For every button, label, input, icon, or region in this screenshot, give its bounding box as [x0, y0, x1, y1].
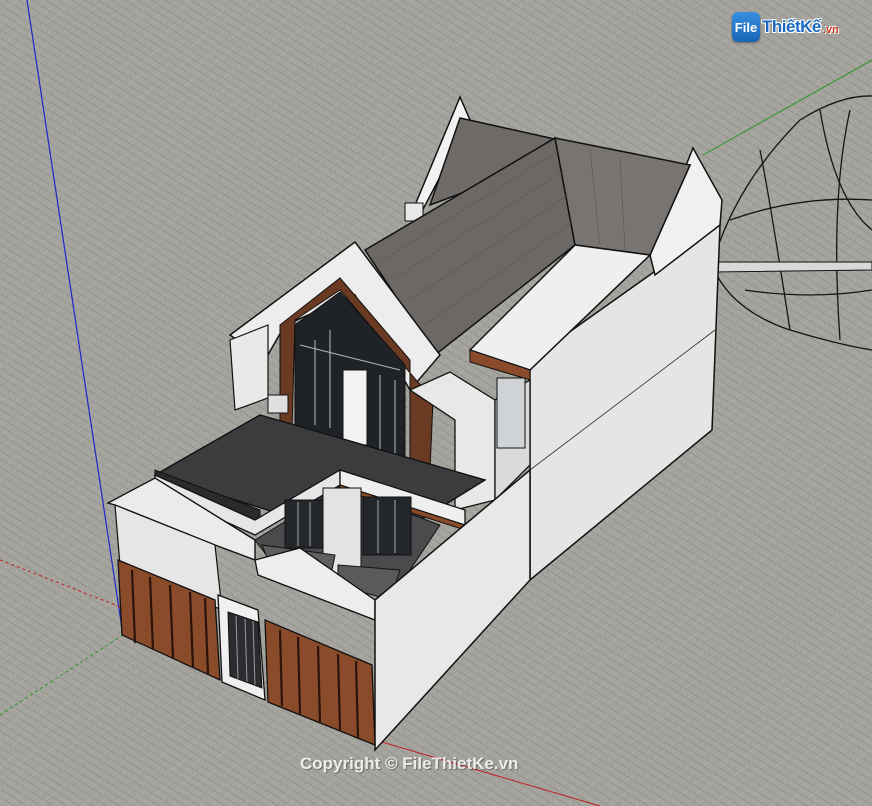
- green-axis-line: [702, 59, 872, 156]
- blue-axis-line: [26, 0, 124, 636]
- logo-mark: File: [732, 12, 760, 42]
- green-axis-dashed: [0, 634, 124, 716]
- sketchup-viewport[interactable]: File ThiếtKế .vn Copyright © FileThietKe…: [0, 0, 872, 806]
- house-3d-model[interactable]: [0, 0, 872, 806]
- filethietke-logo: File ThiếtKế .vn: [732, 10, 839, 44]
- porch-door-left: [284, 499, 324, 549]
- logo-suffix: .vn: [822, 24, 839, 36]
- upper-left-wall: [229, 324, 269, 411]
- side-door-glass: [496, 377, 526, 449]
- tree-wireframe: [711, 95, 872, 351]
- tree-trunk: [711, 261, 872, 273]
- gable-white-panel: [342, 369, 368, 446]
- copyright-watermark: Copyright © FileThietKe.vn: [300, 754, 519, 773]
- porch-door-right: [362, 496, 412, 556]
- red-axis-dashed: [0, 559, 124, 609]
- logo-text: ThiếtKế: [762, 17, 821, 36]
